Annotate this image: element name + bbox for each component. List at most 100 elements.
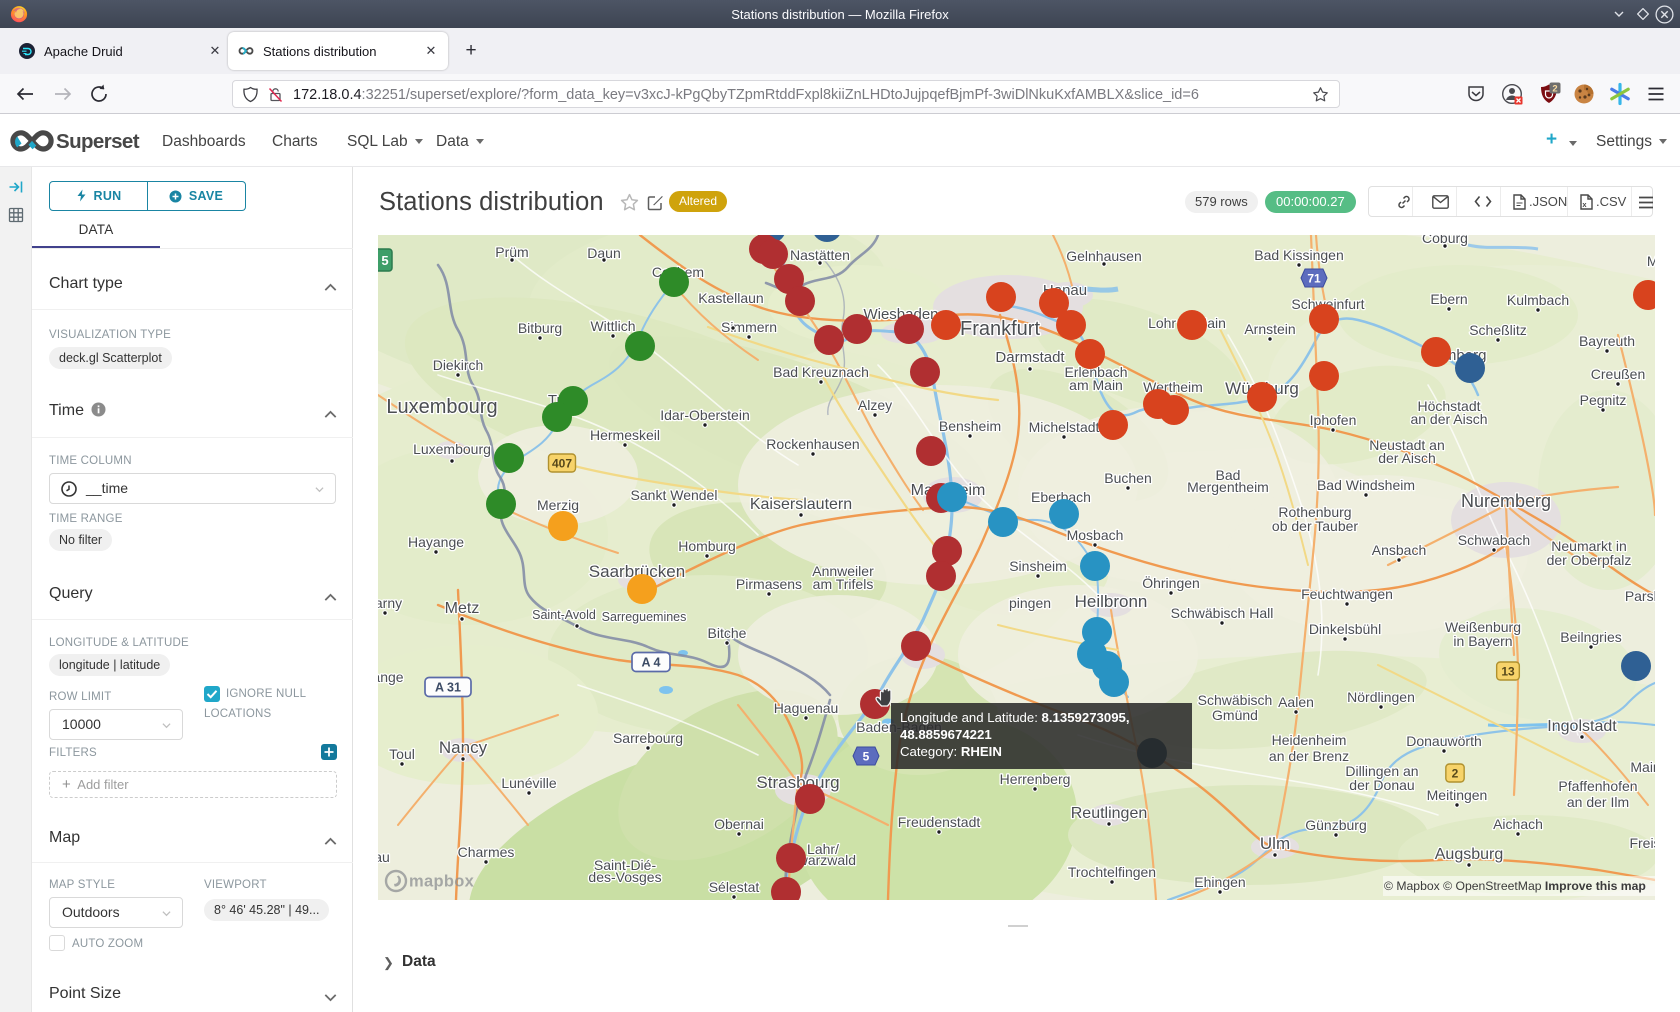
svg-text:407: 407 <box>552 457 572 471</box>
svg-text:Schwabach: Schwabach <box>1458 532 1530 548</box>
svg-text:Donauwörth: Donauwörth <box>1406 733 1482 749</box>
svg-text:au: au <box>378 849 390 865</box>
svg-text:x: x <box>1582 200 1587 209</box>
svg-text:Kastellaun: Kastellaun <box>698 290 763 306</box>
svg-text:Merzig: Merzig <box>537 497 579 513</box>
svg-text:Bad Windsheim: Bad Windsheim <box>1317 477 1415 493</box>
svg-text:Luxembourg: Luxembourg <box>413 441 491 457</box>
svg-text:Freis: Freis <box>1629 835 1655 851</box>
svg-text:Sarrebourg: Sarrebourg <box>613 730 683 746</box>
svg-text:Hayange: Hayange <box>408 534 464 550</box>
svg-text:am Trifels: am Trifels <box>813 576 874 592</box>
svg-text:Hermeskeil: Hermeskeil <box>590 427 660 443</box>
svg-text:Sélestat: Sélestat <box>709 879 760 895</box>
svg-text:Alzey: Alzey <box>858 397 892 413</box>
svg-text:der Donau: der Donau <box>1349 777 1414 793</box>
svg-text:Haguenau: Haguenau <box>774 700 839 716</box>
svg-text:Charmes: Charmes <box>458 844 515 860</box>
svg-text:Luxembourg: Luxembourg <box>386 396 497 418</box>
svg-text:in Bayern: in Bayern <box>1453 633 1512 649</box>
svg-text:Iphofen: Iphofen <box>1310 412 1357 428</box>
svg-text:des-Vosges: des-Vosges <box>588 869 661 885</box>
svg-text:am Main: am Main <box>1069 377 1123 393</box>
svg-text:Scheßlitz: Scheßlitz <box>1469 322 1527 338</box>
svg-text:Simmern: Simmern <box>721 319 777 335</box>
svg-text:Darmstadt: Darmstadt <box>995 349 1065 366</box>
svg-text:Ansbach: Ansbach <box>1372 542 1426 558</box>
svg-text:Sankt Wendel: Sankt Wendel <box>631 487 718 503</box>
svg-text:Rockenhausen: Rockenhausen <box>766 436 859 452</box>
svg-text:Bayreuth: Bayreuth <box>1579 333 1635 349</box>
svg-text:Toul: Toul <box>389 746 415 762</box>
svg-text:Ebern: Ebern <box>1430 291 1467 307</box>
svg-text:Saint-Avold: Saint-Avold <box>532 608 596 622</box>
svg-text:Pirmasens: Pirmasens <box>736 576 802 592</box>
svg-text:Aalen: Aalen <box>1278 694 1314 710</box>
svg-text:2: 2 <box>1552 83 1557 94</box>
svg-text:Mosbach: Mosbach <box>1067 527 1124 543</box>
svg-text:2: 2 <box>1452 767 1459 781</box>
svg-text:Bad Kissingen: Bad Kissingen <box>1254 247 1344 263</box>
svg-text:an der Aisch: an der Aisch <box>1410 411 1487 427</box>
svg-text:Gmünd: Gmünd <box>1212 707 1258 723</box>
svg-text:13: 13 <box>1501 665 1515 679</box>
svg-text:Augsburg: Augsburg <box>1435 846 1504 863</box>
svg-text:Creußen: Creußen <box>1591 366 1645 382</box>
svg-text:Kaiserslautern: Kaiserslautern <box>750 496 852 513</box>
svg-text:5: 5 <box>381 253 388 268</box>
svg-text:Ehingen: Ehingen <box>1194 874 1245 890</box>
svg-text:Nuremberg: Nuremberg <box>1461 491 1551 511</box>
svg-text:Bensheim: Bensheim <box>939 418 1001 434</box>
svg-text:Bitche: Bitche <box>708 625 747 641</box>
svg-text:ange: ange <box>378 669 404 685</box>
svg-text:Homburg: Homburg <box>678 538 736 554</box>
svg-text:Obernai: Obernai <box>714 816 764 832</box>
svg-text:A 4: A 4 <box>642 656 661 670</box>
svg-text:Metz: Metz <box>445 600 480 617</box>
svg-text:Ingolstadt: Ingolstadt <box>1547 718 1617 735</box>
svg-text:an der Ilm: an der Ilm <box>1567 794 1629 810</box>
svg-text:an der Brenz: an der Brenz <box>1269 748 1349 764</box>
svg-text:Pfaffenhofen: Pfaffenhofen <box>1558 778 1637 794</box>
svg-text:Bad Kreuznach: Bad Kreuznach <box>773 364 869 380</box>
svg-text:Strasbourg: Strasbourg <box>756 773 839 792</box>
svg-text:Parsbe: Parsbe <box>1625 588 1655 604</box>
svg-text:Frankfurt: Frankfurt <box>960 318 1040 340</box>
svg-text:Longitude and Latitude: 8.1359: Longitude and Latitude: 8.1359273095, <box>900 710 1130 725</box>
svg-text:ob der Tauber: ob der Tauber <box>1272 518 1358 534</box>
svg-text:Münc: Münc <box>1647 253 1655 269</box>
svg-text:Lunéville: Lunéville <box>501 775 556 791</box>
svg-text:Trochtelfingen: Trochtelfingen <box>1068 864 1156 880</box>
svg-text:pingen: pingen <box>1009 595 1051 611</box>
svg-text:Jarny: Jarny <box>378 595 402 611</box>
svg-text:Günzburg: Günzburg <box>1305 817 1366 833</box>
svg-text:Michelstadt: Michelstadt <box>1029 419 1100 435</box>
svg-text:Aichach: Aichach <box>1493 816 1543 832</box>
svg-text:71: 71 <box>1307 272 1321 286</box>
svg-text:Sarreguemines: Sarreguemines <box>602 610 687 624</box>
svg-text:Feuchtwangen: Feuchtwangen <box>1301 586 1393 602</box>
svg-text:Idar-Oberstein: Idar-Oberstein <box>660 407 749 423</box>
svg-text:Ulm: Ulm <box>1260 834 1290 853</box>
svg-text:Herrenberg: Herrenberg <box>1000 771 1071 787</box>
svg-text:© Mapbox © OpenStreetMap Impro: © Mapbox © OpenStreetMap Improve this ma… <box>1384 879 1646 893</box>
svg-text:Mergentheim: Mergentheim <box>1187 479 1269 495</box>
svg-text:der Oberpfalz: der Oberpfalz <box>1547 552 1632 568</box>
svg-text:Heidenheim: Heidenheim <box>1272 732 1347 748</box>
svg-text:Category: RHEIN: Category: RHEIN <box>900 744 1002 759</box>
svg-text:Freudenstadt: Freudenstadt <box>898 814 981 830</box>
svg-text:Meitingen: Meitingen <box>1427 787 1488 803</box>
svg-text:Reutlingen: Reutlingen <box>1071 805 1148 822</box>
svg-text:Bitburg: Bitburg <box>518 320 562 336</box>
svg-text:Mair: Mair <box>1630 759 1655 775</box>
svg-text:Kulmbach: Kulmbach <box>1507 292 1569 308</box>
svg-text:Arnstein: Arnstein <box>1244 321 1295 337</box>
svg-text:Wittlich: Wittlich <box>590 318 635 334</box>
svg-text:mapbox: mapbox <box>409 873 475 891</box>
svg-text:Heilbronn: Heilbronn <box>1075 592 1148 611</box>
svg-text:Öhringen: Öhringen <box>1142 574 1200 591</box>
svg-text:Schwäbisch: Schwäbisch <box>1198 692 1273 708</box>
svg-text:Buchen: Buchen <box>1104 470 1151 486</box>
svg-text:Nancy: Nancy <box>439 738 488 757</box>
svg-text:Pegnitz: Pegnitz <box>1580 392 1627 408</box>
